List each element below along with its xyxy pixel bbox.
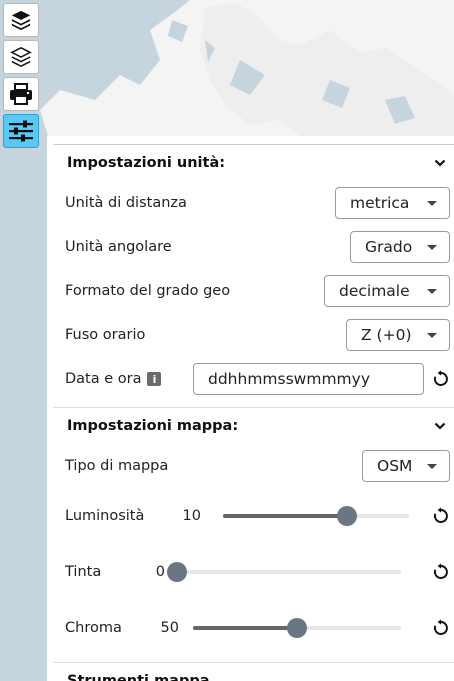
chevron-down-icon [434,159,446,167]
unit-settings-header[interactable]: Impostazioni unità: [53,144,454,181]
layers-button[interactable] [3,3,39,37]
chroma-label: Chroma [65,620,122,636]
angular-unit-label: Unità angolare [65,239,172,255]
chroma-slider[interactable] [193,618,401,638]
hue-slider[interactable] [167,562,401,582]
timezone-label: Fuso orario [65,327,146,343]
settings-panel: Impostazioni unità: Unità di distanza me… [47,136,454,681]
map-tools-header[interactable]: Strumenti mappa [53,662,454,681]
datetime-label: Data e ora [65,371,142,387]
brightness-row: Luminosità 10 [47,488,454,544]
reset-icon[interactable] [432,619,450,637]
hue-row: Tinta 0 [47,544,454,600]
distance-unit-select[interactable]: metrica [335,187,450,219]
chroma-value: 50 [160,620,179,636]
print-button[interactable] [3,77,39,111]
map-settings-header[interactable]: Impostazioni mappa: [53,407,454,444]
datetime-input-wrap [193,363,450,395]
datetime-label-wrap: Data e ora i [65,371,162,387]
brightness-label: Luminosità [65,508,145,524]
geo-format-label: Formato del grado geo [65,283,231,299]
timezone-row: Fuso orario Z (+0) [47,313,454,357]
chroma-row: Chroma 50 [47,600,454,656]
chevron-down-icon [434,422,446,430]
map-toolbar [3,3,41,151]
distance-unit-value: metrica [350,194,410,212]
settings-button[interactable] [3,114,39,148]
map-type-value: OSM [377,457,413,475]
brightness-slider[interactable] [223,506,409,526]
reset-icon[interactable] [432,370,450,388]
angular-unit-value: Grado [365,238,413,256]
caret-down-icon [427,244,437,250]
caret-down-icon [427,200,437,206]
geo-format-value: decimale [339,282,410,300]
unit-settings-title: Impostazioni unità: [67,155,226,171]
layers-outline-button[interactable] [3,40,39,74]
brightness-thumb[interactable] [337,506,357,526]
chroma-thumb[interactable] [287,618,307,638]
map-tools-title: Strumenti mappa [67,673,210,681]
map-type-select[interactable]: OSM [362,450,450,482]
timezone-value: Z (+0) [361,326,412,344]
reset-icon[interactable] [432,563,450,581]
printer-icon [10,83,32,105]
brightness-value: 10 [182,508,201,524]
geo-format-select[interactable]: decimale [324,275,450,307]
caret-down-icon [427,463,437,469]
angular-unit-row: Unità angolare Grado [47,225,454,269]
geo-format-row: Formato del grado geo decimale [47,269,454,313]
reset-icon[interactable] [432,507,450,525]
map-type-label: Tipo di mappa [65,458,169,474]
hue-label: Tinta [65,564,102,580]
brightness-fill [223,514,347,518]
chroma-fill [193,626,297,630]
angular-unit-select[interactable]: Grado [350,231,450,263]
layers-icon [11,10,31,31]
map-type-row: Tipo di mappa OSM [47,444,454,488]
caret-down-icon [427,288,437,294]
sliders-icon [9,120,33,142]
distance-unit-label: Unità di distanza [65,195,187,211]
map-settings-title: Impostazioni mappa: [67,418,239,434]
datetime-row: Data e ora i [47,357,454,401]
datetime-format-input[interactable] [193,363,424,395]
info-icon[interactable]: i [147,372,162,386]
distance-unit-row: Unità di distanza metrica [47,181,454,225]
caret-down-icon [427,332,437,338]
timezone-select[interactable]: Z (+0) [346,319,450,351]
hue-thumb[interactable] [167,562,187,582]
layers-outline-icon [10,47,32,67]
